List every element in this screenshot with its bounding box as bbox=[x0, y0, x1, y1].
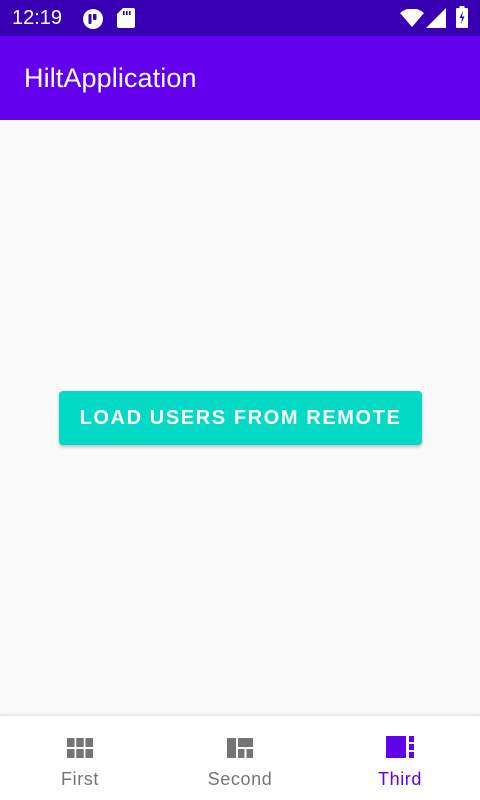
nav-item-second[interactable]: Second bbox=[160, 716, 320, 800]
status-time: 12:19 bbox=[12, 7, 63, 29]
app-screen: 12:19 HiltApplication LOAD USERS FROM RE… bbox=[0, 0, 480, 800]
nav-item-third[interactable]: Third bbox=[320, 716, 480, 800]
app-title: HiltApplication bbox=[24, 63, 197, 93]
wifi-icon bbox=[400, 8, 424, 31]
nav-label-third: Third bbox=[377, 769, 422, 789]
nav-label-first: First bbox=[61, 769, 99, 789]
grid-icon bbox=[66, 734, 94, 762]
quilt-icon bbox=[386, 734, 415, 762]
cell-signal-icon bbox=[426, 8, 446, 32]
app-bar: HiltApplication bbox=[0, 36, 480, 120]
bottom-navigation: First Second Third bbox=[0, 715, 480, 800]
nav-item-first[interactable]: First bbox=[0, 716, 160, 800]
main-content: LOAD USERS FROM REMOTE bbox=[0, 120, 480, 715]
sd-card-icon bbox=[117, 8, 135, 32]
dashboard-icon bbox=[226, 734, 254, 762]
status-bar: 12:19 bbox=[0, 0, 480, 36]
app-notification-icon bbox=[82, 8, 104, 34]
nav-label-second: Second bbox=[207, 769, 273, 789]
battery-icon bbox=[456, 6, 468, 32]
load-users-button[interactable]: LOAD USERS FROM REMOTE bbox=[59, 391, 422, 445]
